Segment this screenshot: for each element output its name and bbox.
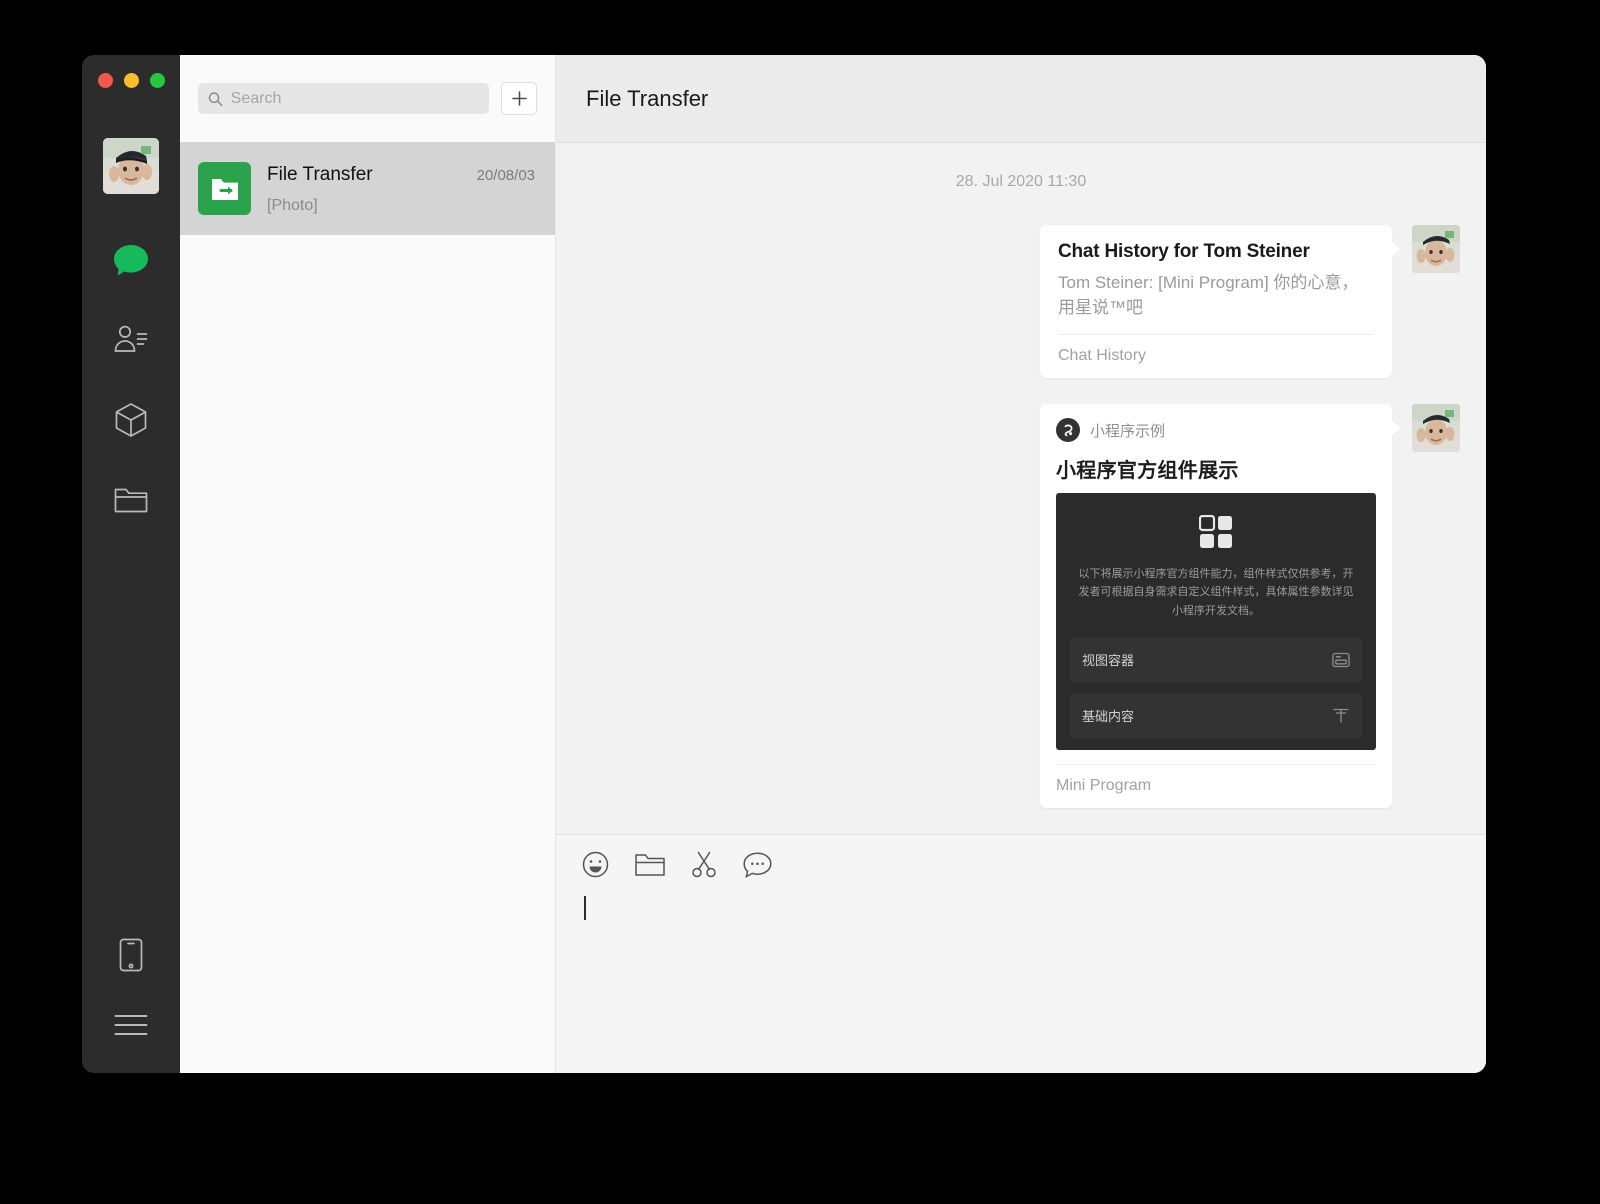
sidebar-item-contacts[interactable] (82, 300, 180, 380)
contacts-icon (113, 324, 149, 356)
navigation-rail (82, 55, 180, 1073)
chat-header: File Transfer (556, 55, 1486, 143)
grid-squares-icon (1199, 515, 1233, 549)
chat-history-footer: Chat History (1058, 334, 1374, 378)
send-file-button[interactable] (635, 853, 665, 877)
search-input[interactable] (231, 90, 479, 108)
desktop-background: File Transfer 20/08/03 [Photo] File Tran… (0, 0, 1600, 1204)
message-composer (556, 834, 1486, 1073)
file-transfer-icon (210, 176, 240, 202)
mini-program-glyph-icon (1061, 423, 1076, 438)
mini-program-source-row: 小程序示例 (1056, 418, 1376, 442)
avatar-photo (1412, 404, 1460, 452)
list-item-label: 视图容器 (1082, 650, 1134, 669)
folder-icon (635, 853, 665, 877)
conversation-snippet: [Photo] (267, 197, 535, 215)
view-container-icon (1332, 652, 1350, 668)
plus-icon (511, 90, 528, 107)
chat-history-button[interactable] (743, 852, 772, 878)
mini-program-source: 小程序示例 (1090, 420, 1165, 441)
chat-history-description: Tom Steiner: [Mini Program] 你的心意，用星说™吧 (1058, 271, 1374, 320)
user-avatar[interactable] (103, 138, 159, 194)
minimize-button[interactable] (124, 73, 139, 88)
scissors-icon (691, 851, 717, 878)
avatar-photo (103, 138, 159, 194)
sidebar-item-chats[interactable] (82, 220, 180, 300)
mini-program-preview: 以下将展示小程序官方组件能力，组件样式仅供参考，开发者可根据自身需求自定义组件样… (1056, 493, 1376, 749)
conversation-text: File Transfer 20/08/03 [Photo] (267, 162, 535, 215)
message-timestamp: 28. Jul 2020 11:30 (582, 173, 1460, 191)
list-item-label: 基础内容 (1082, 706, 1134, 725)
chat-dots-icon (743, 852, 772, 878)
chat-column: File Transfer 28. Jul 2020 11:30 Chat Hi… (556, 55, 1486, 1073)
text-content-icon (1332, 707, 1350, 724)
folder-icon (114, 486, 148, 514)
mini-program-card[interactable]: 小程序示例 小程序官方组件展示 (1040, 404, 1392, 807)
conversation-list-column: File Transfer 20/08/03 [Photo] (180, 55, 556, 1073)
chat-title: File Transfer (586, 86, 708, 112)
maximize-button[interactable] (150, 73, 165, 88)
chat-history-title: Chat History for Tom Steiner (1058, 241, 1374, 263)
phone-icon (119, 938, 143, 972)
mini-program-list-item-basic-content[interactable]: 基础内容 (1070, 694, 1362, 738)
mini-program-title: 小程序官方组件展示 (1056, 454, 1376, 483)
screenshot-button[interactable] (691, 851, 717, 878)
chat-history-card[interactable]: Chat History for Tom Steiner Tom Steiner… (1040, 225, 1392, 378)
message-avatar[interactable] (1412, 404, 1460, 452)
mini-program-list-item-view-container[interactable]: 视图容器 (1070, 638, 1362, 682)
emoji-button[interactable] (582, 851, 609, 878)
message-row-mini-program: 小程序示例 小程序官方组件展示 (582, 404, 1460, 807)
cube-icon (114, 402, 148, 438)
composer-toolbar (582, 851, 1460, 878)
message-row-chat-history: Chat History for Tom Steiner Tom Steiner… (582, 225, 1460, 378)
file-transfer-avatar (198, 162, 251, 215)
sidebar-item-files[interactable] (82, 460, 180, 540)
conversation-name: File Transfer (267, 164, 373, 186)
search-box[interactable] (198, 83, 489, 114)
chat-bubble-icon (113, 244, 149, 277)
sidebar-item-mini-programs[interactable] (82, 380, 180, 460)
mini-program-footer: Mini Program (1056, 764, 1376, 808)
window-controls (98, 73, 165, 88)
message-input[interactable] (582, 896, 1460, 1016)
sidebar-item-menu[interactable] (82, 995, 180, 1055)
sidebar-item-phone[interactable] (82, 915, 180, 995)
rail-bottom-group (82, 915, 180, 1055)
text-cursor (584, 896, 586, 920)
mini-program-logo-icon (1056, 418, 1080, 442)
close-button[interactable] (98, 73, 113, 88)
new-chat-button[interactable] (501, 82, 537, 115)
conversation-time: 20/08/03 (477, 167, 535, 184)
conversation-item-file-transfer[interactable]: File Transfer 20/08/03 [Photo] (180, 142, 555, 235)
list-header (180, 55, 555, 142)
grid-icon-wrapper (1056, 515, 1376, 549)
search-icon (208, 91, 223, 107)
message-area: 28. Jul 2020 11:30 Chat History for Tom … (556, 143, 1486, 834)
avatar-photo (1412, 225, 1460, 273)
emoji-icon (582, 851, 609, 878)
message-avatar[interactable] (1412, 225, 1460, 273)
wechat-window: File Transfer 20/08/03 [Photo] File Tran… (82, 55, 1486, 1073)
mini-program-blurb: 以下将展示小程序官方组件能力，组件样式仅供参考，开发者可根据自身需求自定义组件样… (1056, 565, 1376, 637)
hamburger-menu-icon (114, 1014, 148, 1036)
